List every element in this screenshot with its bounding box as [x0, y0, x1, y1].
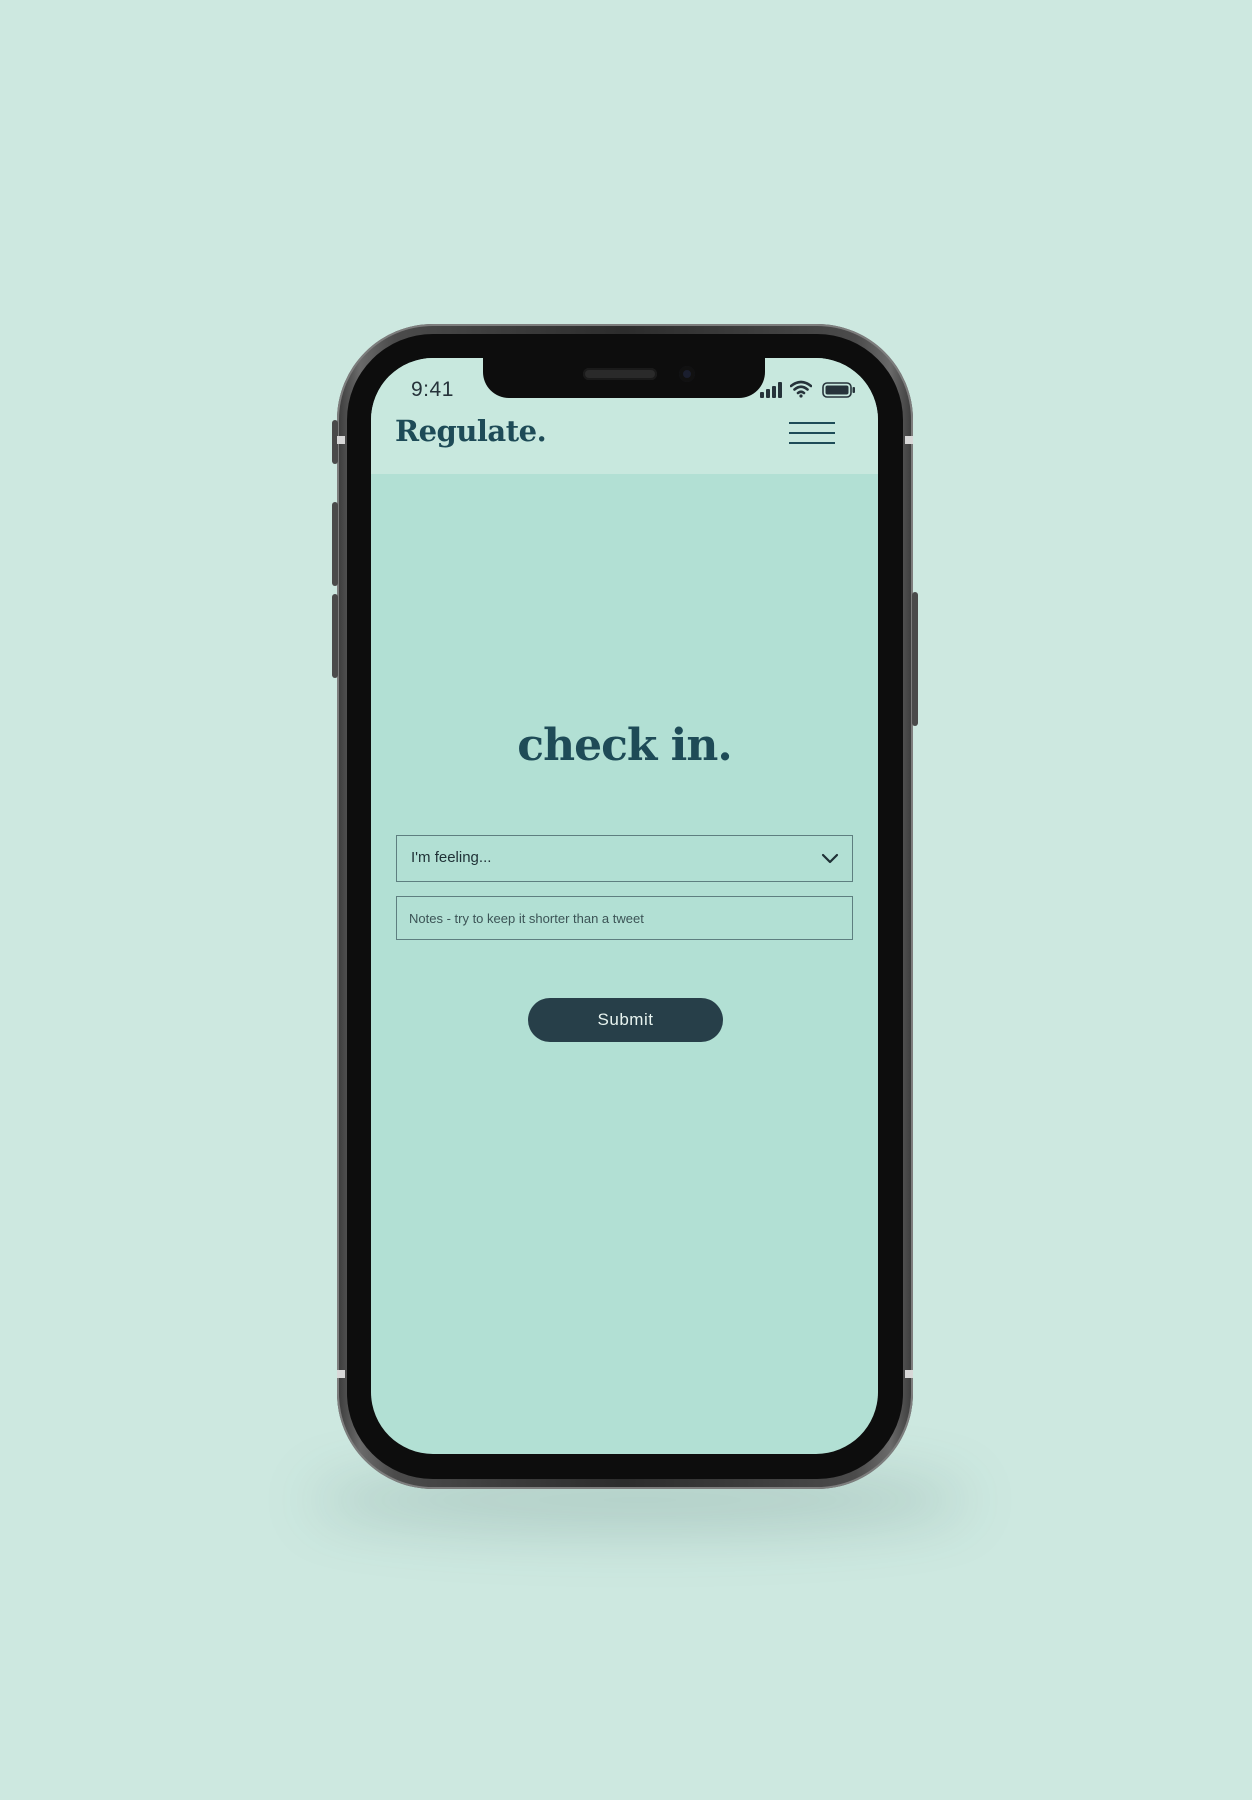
antenna-band: [905, 1370, 913, 1378]
menu-line: [789, 442, 835, 444]
app-header: 9:41 Regulate.: [371, 358, 878, 474]
notch: [483, 358, 765, 398]
feeling-select-value: I'm feeling...: [411, 849, 492, 866]
power-button: [912, 592, 918, 726]
signal-icon: [760, 382, 782, 398]
hamburger-menu-icon[interactable]: [789, 420, 837, 448]
battery-icon: [822, 382, 855, 398]
wifi-icon: [790, 380, 812, 398]
submit-button[interactable]: Submit: [528, 998, 723, 1042]
antenna-band: [337, 436, 345, 444]
status-time: 9:41: [411, 378, 454, 401]
phone-screen: 9:41 Regulate. check in. I'm feeling... …: [371, 358, 878, 1454]
chevron-down-icon: [821, 853, 839, 864]
feeling-select[interactable]: I'm feeling...: [396, 835, 853, 882]
app-logo[interactable]: Regulate.: [395, 414, 555, 448]
speaker-icon: [583, 368, 657, 380]
camera-icon: [679, 366, 695, 382]
page-title: check in.: [517, 720, 732, 771]
phone-frame: 9:41 Regulate. check in. I'm feeling... …: [332, 324, 918, 1489]
antenna-band: [905, 436, 913, 444]
status-icons: [760, 380, 860, 400]
notes-input[interactable]: [396, 896, 853, 940]
menu-line: [789, 422, 835, 424]
volume-down-button: [332, 594, 338, 678]
antenna-band: [337, 1370, 345, 1378]
menu-line: [789, 432, 835, 434]
volume-up-button: [332, 502, 338, 586]
